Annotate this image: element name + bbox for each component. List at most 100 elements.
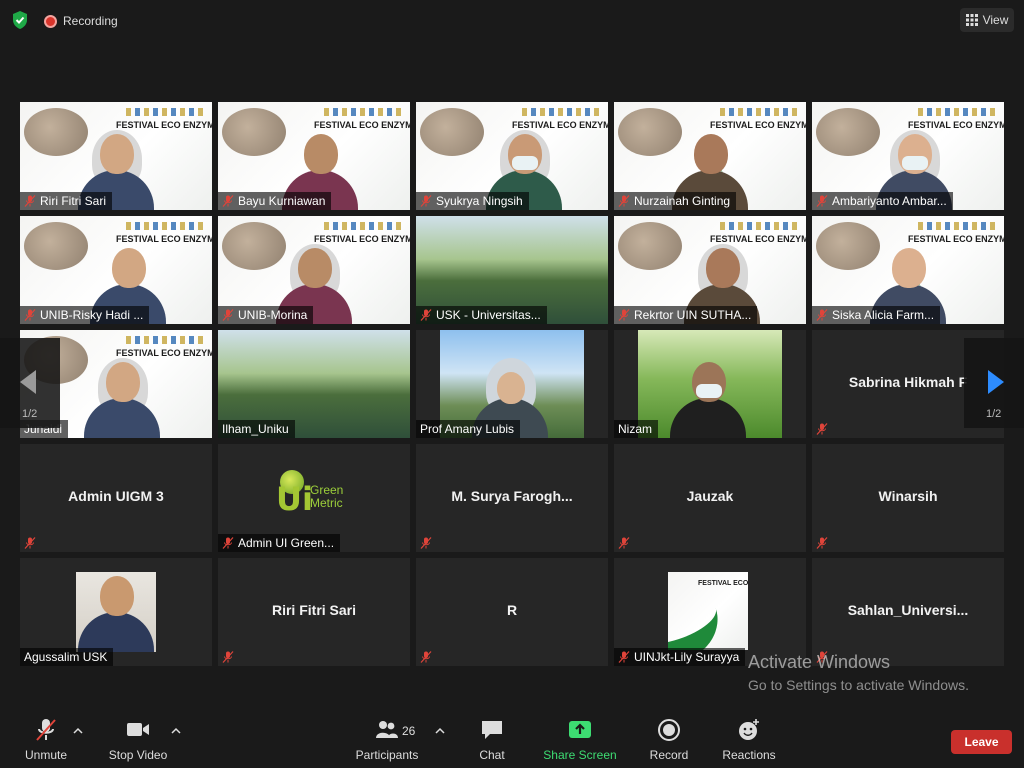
participant-head: [497, 372, 525, 404]
participant-name-tag: Siska Alicia Farm...: [812, 306, 941, 324]
microphone-muted-icon: [618, 651, 630, 663]
previous-page-button[interactable]: 1/2: [0, 338, 60, 428]
participant-body: [670, 398, 746, 438]
participant-head: [694, 134, 728, 174]
participant-name-tag: UNIB-Morina: [218, 306, 314, 324]
participant-tile[interactable]: R: [416, 558, 608, 666]
slide-title: FESTIVAL ECO ENZYME: [314, 234, 410, 244]
participant-tile[interactable]: M. Surya Farogh...: [416, 444, 608, 552]
participant-name-tag: Admin UI Green...: [218, 534, 341, 552]
participant-name-tag: Nurzainah Ginting: [614, 192, 737, 210]
audio-options-caret-icon[interactable]: [73, 726, 83, 736]
participant-name: UNIB-Morina: [238, 308, 308, 322]
participant-name: Rekrtor UIN SUTHA...: [634, 308, 752, 322]
participant-tile[interactable]: Winarsih: [812, 444, 1004, 552]
slide-title: FESTIVAL ECO ENZYME: [710, 234, 806, 244]
participant-tile[interactable]: FESTIVAL ECO ENZYME UNIB-Morina: [218, 216, 410, 324]
participant-tile[interactable]: FESTIVAL ECO ENZYME Syukrya Ningsih: [416, 102, 608, 210]
participant-name: Siska Alicia Farm...: [832, 308, 935, 322]
participant-figure: [670, 358, 746, 438]
participant-tile[interactable]: Sahlan_Universi...: [812, 558, 1004, 666]
slide-title: FESTIVAL ECO ENZYME: [908, 120, 1004, 130]
slide-logos: [324, 108, 404, 116]
participant-tile[interactable]: FESTIVAL ECO ENZYME Nurzainah Ginting: [614, 102, 806, 210]
stop-video-button[interactable]: Stop Video: [98, 718, 178, 762]
participant-name: Syukrya Ningsih: [436, 194, 523, 208]
participant-tile[interactable]: USK - Universitas...: [416, 216, 608, 324]
reactions-label: Reactions: [722, 748, 776, 762]
video-options-caret-icon[interactable]: [171, 726, 181, 736]
security-shield-icon[interactable]: [10, 10, 30, 30]
participant-tile[interactable]: FESTIVAL ECO ENZYME Siska Alicia Farm...: [812, 216, 1004, 324]
participant-display-name: R: [506, 602, 518, 618]
participant-tile[interactable]: FESTIVAL ECO ENZYME Riri Fitri Sari: [20, 102, 212, 210]
record-button[interactable]: Record: [629, 718, 709, 762]
slide-logos: [522, 108, 602, 116]
microphone-muted-icon: [222, 309, 234, 321]
participant-name-tag: UINJkt-Lily Surayya: [614, 648, 746, 666]
top-bar: Recording View: [0, 0, 1024, 40]
watermark-title: Activate Windows: [748, 652, 891, 672]
slide-title: FESTIVAL ECO ENZYME: [512, 120, 608, 130]
participant-head: [706, 248, 740, 288]
participant-name-tag: [812, 534, 834, 552]
page-indicator-right: 1/2: [986, 408, 1002, 420]
slide-title: FESTIVAL ECO ENZYME: [314, 120, 410, 130]
slide-title: FESTIVAL ECO ENZYME: [710, 120, 806, 130]
view-button[interactable]: View: [960, 8, 1014, 32]
microphone-muted-icon: [816, 537, 828, 549]
share-screen-button[interactable]: Share Screen: [540, 718, 620, 762]
participant-tile[interactable]: Ui Green Metric Admin UI Green...: [218, 444, 410, 552]
participant-tile[interactable]: Admin UIGM 3: [20, 444, 212, 552]
participant-name: Agussalim USK: [24, 650, 108, 664]
chat-bubble-icon: [482, 721, 502, 739]
recording-indicator[interactable]: Recording: [44, 12, 118, 30]
face-mask: [902, 156, 928, 170]
participant-name-tag: [218, 648, 240, 666]
participant-name-tag: Bayu Kurniawan: [218, 192, 332, 210]
next-page-button[interactable]: 1/2: [964, 338, 1024, 428]
stop-video-label: Stop Video: [108, 748, 168, 762]
slide-logos: [126, 336, 206, 344]
page-indicator-left: 1/2: [22, 408, 38, 420]
participant-tile[interactable]: Prof Amany Lubis: [416, 330, 608, 438]
participant-tile[interactable]: FESTIVAL ECO ENZYME Ambariyanto Ambar...: [812, 102, 1004, 210]
participant-tile[interactable]: FESTIVAL ECO ENZYME Rekrtor UIN SUTHA...: [614, 216, 806, 324]
chat-button[interactable]: Chat: [452, 718, 532, 762]
windows-activation-watermark: Activate Windows Go to Settings to activ…: [748, 652, 969, 693]
participant-display-name: Winarsih: [878, 488, 938, 504]
participant-name: Nurzainah Ginting: [634, 194, 731, 208]
participants-options-caret-icon[interactable]: [435, 726, 445, 736]
participant-name-tag: Ambariyanto Ambar...: [812, 192, 953, 210]
grid-view-icon: [965, 14, 978, 26]
microphone-muted-icon: [36, 719, 56, 741]
slide-title: FESTIVAL ECO ENZYME: [698, 580, 748, 587]
participant-display-name: Admin UIGM 3: [68, 488, 164, 504]
microphone-muted-icon: [24, 537, 36, 549]
reactions-emoji-icon: [739, 719, 759, 740]
participant-name: UNIB-Risky Hadi ...: [40, 308, 144, 322]
reactions-button[interactable]: Reactions: [709, 718, 789, 762]
video-camera-icon: [127, 723, 149, 736]
participant-tile[interactable]: Riri Fitri Sari: [218, 558, 410, 666]
participant-name-tag: UNIB-Risky Hadi ...: [20, 306, 150, 324]
slide-logos: [918, 222, 998, 230]
participant-tile[interactable]: FESTIVAL ECO ENZYME UINJkt-Lily Surayya: [614, 558, 806, 666]
microphone-muted-icon: [816, 309, 828, 321]
participant-name-tag: Agussalim USK: [20, 648, 114, 666]
microphone-muted-icon: [222, 537, 234, 549]
participant-tile[interactable]: Ilham_Uniku: [218, 330, 410, 438]
participant-tile[interactable]: FESTIVAL ECO ENZYME Bayu Kurniawan: [218, 102, 410, 210]
watermark-subtitle: Go to Settings to activate Windows.: [748, 677, 969, 693]
participant-head: [892, 248, 926, 288]
participant-tile[interactable]: Agussalim USK: [20, 558, 212, 666]
microphone-muted-icon: [420, 651, 432, 663]
unmute-button[interactable]: Unmute: [6, 718, 86, 762]
slide-title: FESTIVAL ECO ENZYME: [116, 234, 212, 244]
participant-tile[interactable]: Jauzak: [614, 444, 806, 552]
participant-head: [100, 576, 134, 616]
participant-tile[interactable]: FESTIVAL ECO ENZYME UNIB-Risky Hadi ...: [20, 216, 212, 324]
participant-tile[interactable]: Nizam: [614, 330, 806, 438]
participant-head: [106, 362, 140, 402]
leave-button[interactable]: Leave: [951, 730, 1012, 754]
